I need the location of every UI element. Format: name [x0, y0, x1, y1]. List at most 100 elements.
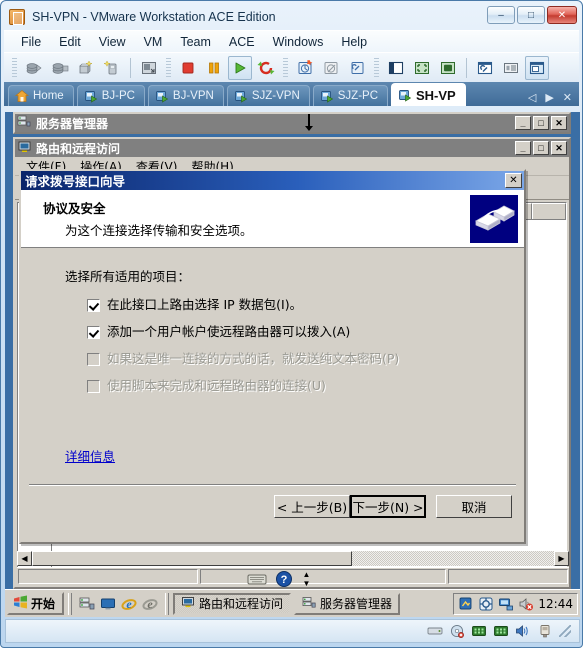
taskbar-item-rras[interactable]: 路由和远程访问 — [173, 592, 292, 615]
start-button[interactable]: 开始 — [7, 592, 65, 615]
menu-ace[interactable]: ACE — [220, 33, 264, 51]
taskbar-item-server-manager[interactable]: 服务器管理器 — [294, 592, 401, 615]
scroll-left-button[interactable]: ◀ — [17, 551, 32, 566]
menu-windows[interactable]: Windows — [264, 33, 333, 51]
wizard-button-row: < 上一步(B) 下一步(N) > 取消 — [21, 486, 524, 526]
spin-updown-icon[interactable]: ▲ ▼ — [301, 570, 312, 588]
toolbar-grip-4[interactable] — [374, 57, 379, 78]
cd-rom-status-icon[interactable] — [449, 624, 465, 638]
suspend-icon[interactable] — [202, 56, 226, 80]
more-information-link[interactable]: 详细信息 — [65, 446, 115, 465]
close-button[interactable]: ✕ — [551, 116, 567, 130]
new-team-icon[interactable] — [100, 56, 124, 80]
revert-snapshot-icon[interactable] — [319, 56, 343, 80]
wizard-content: 选择所有适用的项目： 在此接口上路由选择 IP 数据包(I)。 添加一个用户帐户… — [21, 248, 524, 484]
minimize-button[interactable]: _ — [515, 116, 531, 130]
show-desktop-icon[interactable] — [100, 596, 116, 612]
wizard-page-title: 协议及安全 — [43, 201, 106, 216]
usb-status-icon[interactable] — [537, 624, 553, 638]
menu-view[interactable]: View — [90, 33, 135, 51]
network-adapter-1-status-icon[interactable] — [471, 624, 487, 638]
menu-edit[interactable]: Edit — [50, 33, 90, 51]
wizard-header: 协议及安全 为这个连接选择传输和安全选项。 — [21, 190, 524, 248]
network-config-tray-icon[interactable] — [458, 596, 474, 612]
checkbox-label: 如果这是唯一连接的方式的话，就发送纯文本密码(P) — [107, 351, 400, 366]
scroll-right-button[interactable]: ▶ — [554, 551, 569, 566]
internet-explorer-alt-icon[interactable]: e — [142, 596, 158, 612]
close-button[interactable]: ✕ — [547, 6, 577, 24]
checkbox-icon[interactable] — [87, 299, 100, 312]
menu-help[interactable]: Help — [332, 33, 376, 51]
manage-snapshots-icon[interactable] — [345, 56, 369, 80]
checkbox-send-plain-text-password: 如果这是唯一连接的方式的话，就发送纯文本密码(P) — [87, 352, 504, 366]
vmware-tab-strip: Home BJ-PC BJ-VPN SJZ-VPN SJZ-PC SH-VP ◁… — [4, 82, 579, 106]
tab-bj-pc[interactable]: BJ-PC — [76, 85, 145, 106]
server-manager-window[interactable]: 服务器管理器 _ □ ✕ — [13, 112, 571, 134]
tab-sh-vpn[interactable]: SH-VP — [391, 83, 466, 106]
toolbar-separator-2 — [466, 57, 467, 78]
console-view-icon[interactable] — [525, 55, 549, 80]
toolbar-grip[interactable] — [12, 57, 17, 78]
network-adapter-2-status-icon[interactable] — [493, 624, 509, 638]
server-manager-quicklaunch-icon[interactable] — [79, 596, 95, 612]
wizard-header-text: 协议及安全 为这个连接选择传输和安全选项。 — [43, 198, 470, 239]
menu-team[interactable]: Team — [171, 33, 220, 51]
vm-settings-icon[interactable] — [473, 56, 497, 80]
toolbar-grip-2[interactable] — [166, 57, 171, 78]
tab-scroll-right-icon[interactable]: ▶ — [545, 91, 553, 104]
vmware-tools-tray-icon[interactable] — [478, 596, 494, 612]
tab-home[interactable]: Home — [8, 85, 74, 106]
maximize-button[interactable]: □ — [533, 116, 549, 130]
scroll-thumb[interactable] — [32, 551, 352, 566]
taskbar-clock[interactable]: 12:44 — [538, 597, 573, 611]
tab-bj-vpn[interactable]: BJ-VPN — [147, 85, 224, 106]
spin-up-icon[interactable]: ▲ — [301, 570, 312, 579]
close-button[interactable]: ✕ — [505, 173, 522, 188]
toolbar-grip-3[interactable] — [283, 57, 288, 78]
close-button[interactable]: ✕ — [551, 141, 567, 155]
internet-explorer-icon[interactable]: e — [121, 596, 137, 612]
maximize-button[interactable]: □ — [517, 6, 545, 24]
summary-view-icon[interactable] — [499, 56, 523, 80]
spin-down-icon[interactable]: ▼ — [301, 579, 312, 588]
maximize-button[interactable]: □ — [533, 141, 549, 155]
fit-guest-icon[interactable] — [410, 56, 434, 80]
power-on-icon[interactable] — [228, 55, 252, 80]
minimize-button[interactable]: – — [487, 6, 515, 24]
take-snapshot-icon[interactable] — [293, 56, 317, 80]
wizard-titlebar[interactable]: 请求拨号接口向导 ✕ — [21, 171, 524, 190]
checkbox-icon[interactable] — [87, 326, 100, 339]
demand-dial-interface-wizard[interactable]: 请求拨号接口向导 ✕ 协议及安全 为这个连接选择传输和安全选项。 选择所有适用的… — [19, 169, 526, 544]
resize-grip[interactable] — [559, 625, 571, 637]
power-off-team-icon[interactable] — [48, 56, 72, 80]
column-header[interactable] — [532, 203, 566, 219]
full-screen-icon[interactable] — [436, 56, 460, 80]
checkbox-add-user-account[interactable]: 添加一个用户帐户使远程路由器可以拨入(A) — [87, 325, 504, 339]
tab-close-icon[interactable]: ✕ — [563, 91, 572, 104]
show-sidebar-icon[interactable] — [384, 56, 408, 80]
snapshot-manager-icon[interactable] — [137, 56, 161, 80]
tab-scroll-left-icon[interactable]: ◁ — [528, 91, 536, 104]
power-off-icon[interactable] — [176, 56, 200, 80]
new-virtual-machine-icon[interactable] — [74, 56, 98, 80]
power-on-team-icon[interactable] — [22, 56, 46, 80]
tab-sjz-vpn[interactable]: SJZ-VPN — [226, 85, 310, 106]
menu-file[interactable]: File — [12, 33, 50, 51]
osk-icon[interactable] — [247, 571, 267, 587]
hard-disk-status-icon[interactable] — [427, 624, 443, 638]
next-button[interactable]: 下一步(N) > — [350, 494, 426, 518]
rras-horizontal-scrollbar[interactable]: ◀ ▶ — [17, 551, 569, 566]
menu-vm[interactable]: VM — [135, 33, 172, 51]
help-icon[interactable]: ? — [275, 570, 293, 588]
sound-status-icon[interactable] — [515, 624, 531, 638]
network-tray-icon[interactable] — [498, 596, 514, 612]
back-button[interactable]: < 上一步(B) — [274, 494, 350, 518]
checkbox-route-ip-packets[interactable]: 在此接口上路由选择 IP 数据包(I)。 — [87, 298, 504, 312]
scroll-track[interactable] — [352, 551, 554, 566]
tab-sjz-pc[interactable]: SJZ-PC — [312, 85, 388, 106]
cancel-button[interactable]: 取消 — [436, 494, 512, 518]
reset-icon[interactable] — [254, 56, 278, 80]
volume-muted-tray-icon[interactable] — [518, 596, 534, 612]
minimize-button[interactable]: _ — [515, 141, 531, 155]
guest-os-screen[interactable]: 服务器管理器 _ □ ✕ 路由和远程访问 _ □ ✕ 文件(F) 操作(A) 查… — [5, 112, 580, 617]
